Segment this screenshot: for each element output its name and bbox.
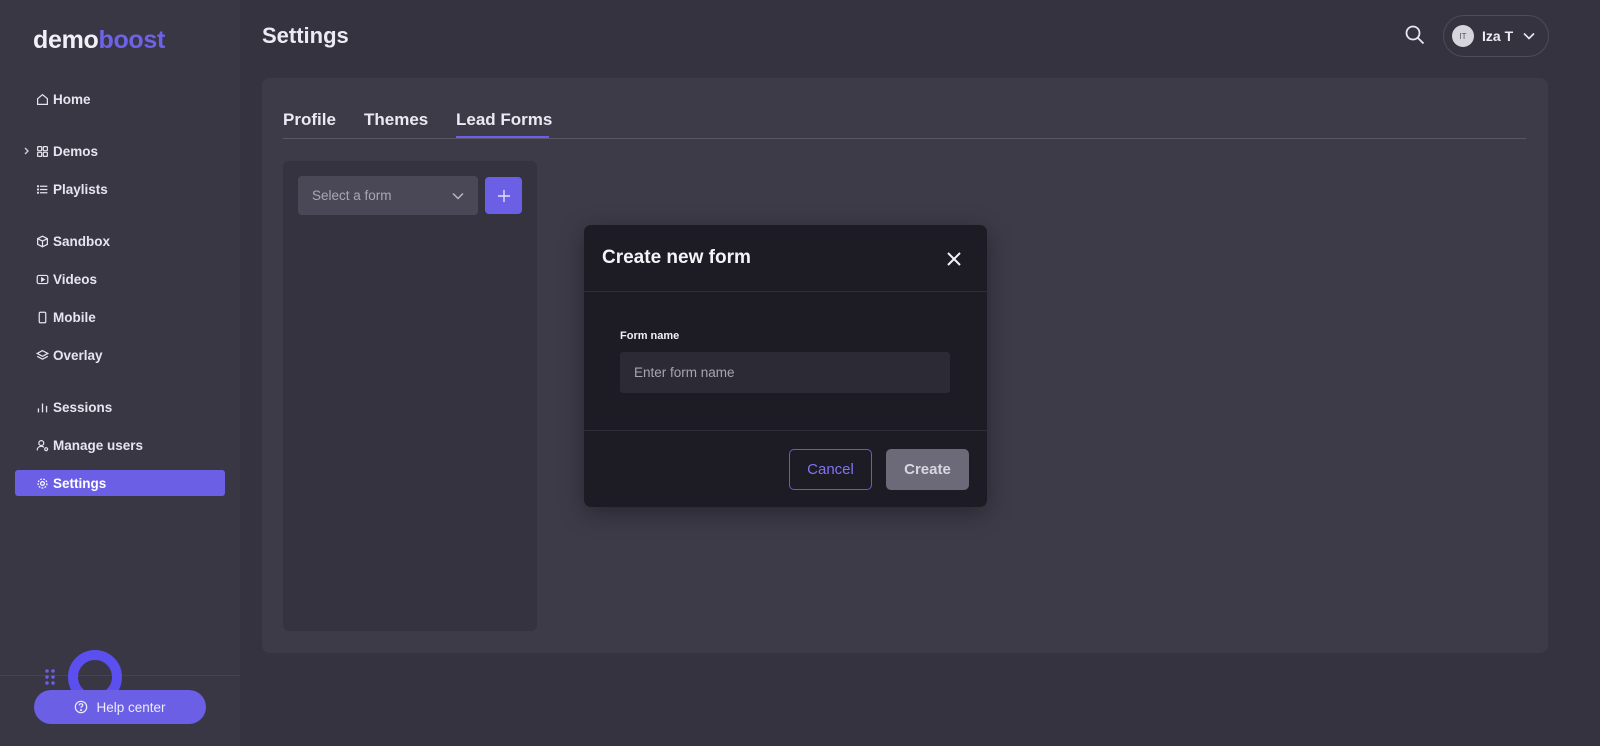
form-name-label: Form name (620, 330, 680, 342)
sidebar-item-label: Sandbox (53, 233, 111, 249)
sidebar-item-demos[interactable]: Demos (15, 138, 225, 164)
help-center-label: Help center (96, 699, 166, 715)
bar-chart-icon (37, 402, 48, 412)
plus-icon (497, 189, 510, 202)
mobile-icon (38, 311, 47, 323)
sidebar-item-label: Overlay (53, 347, 103, 363)
list-icon (36, 184, 48, 194)
tabs-divider (283, 138, 1526, 139)
sidebar-item-label: Settings (53, 475, 107, 491)
logo[interactable]: demoboost (33, 26, 165, 55)
sidebar-item-label: Manage users (53, 437, 144, 453)
sidebar-item-mobile[interactable]: Mobile (15, 304, 225, 330)
sidebar-item-label: Videos (53, 271, 98, 287)
logo-text-demo: demo (33, 26, 99, 54)
user-name: Iza T (1482, 28, 1514, 44)
user-gear-icon (36, 439, 49, 451)
page-title: Settings (262, 23, 349, 48)
tab-lead-forms[interactable]: Lead Forms (456, 110, 552, 130)
modal-divider (584, 430, 987, 431)
search-icon[interactable] (1404, 24, 1426, 46)
sidebar-item-playlists[interactable]: Playlists (15, 176, 225, 202)
sidebar-item-label: Playlists (53, 181, 108, 197)
sidebar-item-sessions[interactable]: Sessions (15, 394, 225, 420)
chevron-down-icon (452, 192, 464, 200)
tab-themes[interactable]: Themes (364, 110, 428, 130)
box-icon (37, 235, 48, 247)
video-icon (36, 274, 49, 284)
sidebar: demoboost Home Demos Playlists Sandbox V… (0, 0, 240, 746)
create-form-modal: Create new form Form name Cancel Create (584, 225, 987, 507)
form-name-input[interactable] (620, 352, 950, 393)
logo-text-boost: boost (98, 26, 166, 54)
sidebar-item-manage-users[interactable]: Manage users (15, 432, 225, 458)
sidebar-item-label: Home (53, 91, 91, 107)
tab-profile[interactable]: Profile (283, 110, 336, 130)
cancel-button[interactable]: Cancel (789, 449, 872, 490)
grid-icon (37, 145, 48, 157)
help-center-button[interactable]: Help center (34, 690, 206, 724)
modal-title: Create new form (602, 247, 751, 268)
sidebar-item-sandbox[interactable]: Sandbox (15, 228, 225, 254)
select-form-placeholder: Select a form (312, 188, 392, 203)
home-icon (37, 93, 48, 105)
close-icon[interactable] (944, 249, 964, 269)
sidebar-item-overlay[interactable]: Overlay (15, 342, 225, 368)
gear-icon (37, 477, 48, 489)
modal-divider (584, 291, 987, 292)
layers-icon (36, 349, 49, 360)
avatar: IT (1452, 25, 1474, 47)
user-menu[interactable]: IT Iza T (1443, 15, 1549, 57)
sidebar-item-label: Demos (53, 143, 99, 159)
create-button[interactable]: Create (886, 449, 969, 490)
add-form-button[interactable] (485, 177, 522, 214)
drag-handle-icon[interactable] (44, 668, 56, 686)
forms-panel (283, 161, 537, 631)
sidebar-item-home[interactable]: Home (15, 86, 225, 112)
select-form-dropdown[interactable]: Select a form (298, 176, 478, 215)
sidebar-item-label: Mobile (53, 309, 96, 325)
sidebar-item-settings[interactable]: Settings (15, 470, 225, 496)
help-circle-icon (75, 700, 88, 714)
sidebar-item-videos[interactable]: Videos (15, 266, 225, 292)
chevron-down-icon (1523, 32, 1535, 40)
sidebar-item-label: Sessions (53, 399, 113, 415)
